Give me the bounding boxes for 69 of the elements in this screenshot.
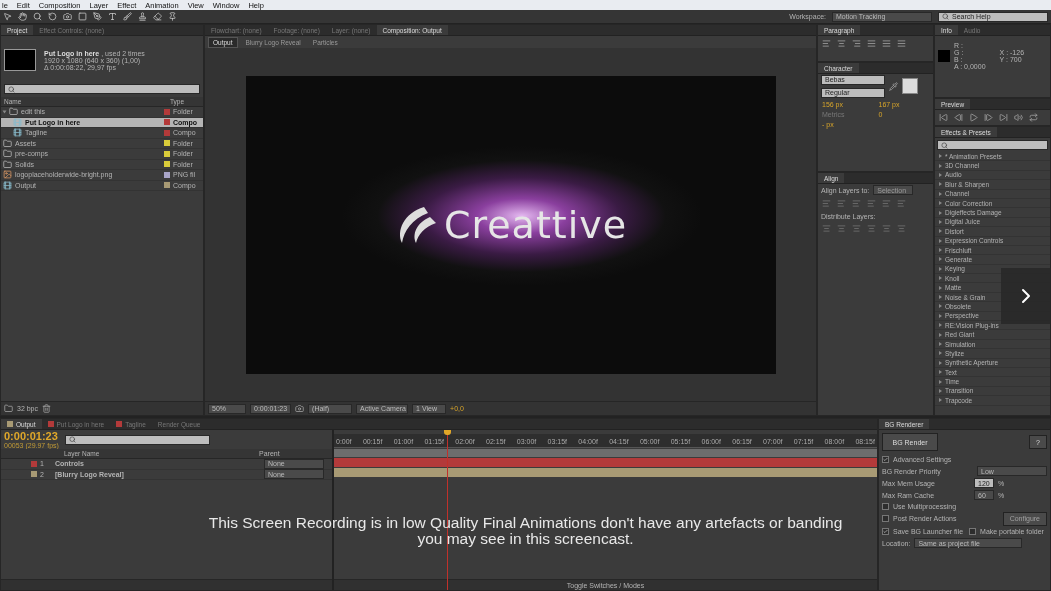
- checkbox[interactable]: [882, 456, 889, 463]
- tool-icon: [48, 12, 57, 21]
- composition-icon: [13, 117, 22, 127]
- playback-icon: [1029, 113, 1038, 122]
- distribute-icon: [837, 224, 846, 233]
- checkbox[interactable]: [882, 515, 889, 522]
- playback-icon: [954, 113, 963, 122]
- tool-icon: [93, 12, 102, 21]
- search-icon: [68, 436, 76, 443]
- checkbox[interactable]: [882, 527, 889, 535]
- project-search-field[interactable]: [4, 84, 200, 94]
- playback-icon: [969, 113, 978, 122]
- align-icon: [867, 199, 876, 208]
- playback-icon: [1014, 113, 1023, 122]
- folder-icon: [9, 107, 18, 117]
- distribute-icon: [867, 224, 876, 233]
- search-icon: [941, 141, 948, 149]
- folder-icon: [3, 159, 12, 169]
- tool-icon: [168, 12, 177, 21]
- distribute-icon: [822, 224, 831, 233]
- trash-icon: [42, 404, 52, 413]
- align-text-icon: [882, 39, 891, 48]
- camera-icon: [295, 404, 305, 413]
- search-icon: [8, 85, 15, 93]
- playback-icon: [939, 113, 948, 122]
- thumbnail-preview: [4, 49, 36, 71]
- preview-title: Creattive: [443, 202, 628, 247]
- expand-arrow-icon[interactable]: [939, 342, 942, 346]
- tool-icon: [63, 12, 72, 21]
- playback-icon: [999, 113, 1008, 122]
- folder-icon: [4, 404, 13, 413]
- align-text-icon: [867, 39, 876, 48]
- align-text-icon: [897, 39, 906, 48]
- eyedropper-icon: [889, 81, 898, 91]
- checkbox[interactable]: [969, 527, 977, 535]
- current-time[interactable]: 0:00:01:23: [4, 430, 59, 442]
- distribute-icon: [897, 224, 906, 233]
- tool-icon: [123, 12, 132, 21]
- playback-icon: [984, 113, 993, 122]
- playhead-handle[interactable]: [444, 430, 451, 435]
- folder-icon: [3, 149, 12, 159]
- composition-icon: [13, 128, 22, 138]
- align-icon: [822, 199, 831, 208]
- tool-icon: [153, 12, 162, 21]
- image-icon: [3, 170, 12, 180]
- align-icon: [897, 199, 906, 208]
- expand-arrow-icon[interactable]: [2, 110, 7, 114]
- color-sample: [938, 50, 950, 62]
- tool-icon: [33, 12, 42, 21]
- align-text-icon: [852, 39, 861, 48]
- composition-icon: [3, 180, 12, 190]
- tool-icon: [108, 12, 117, 21]
- fill-color-swatch[interactable]: [902, 78, 918, 94]
- align-icon: [882, 199, 891, 208]
- align-icon: [852, 199, 861, 208]
- tool-icon: [78, 12, 87, 21]
- align-text-icon: [822, 39, 831, 48]
- distribute-icon: [882, 224, 891, 233]
- distribute-icon: [852, 224, 861, 233]
- align-text-icon: [837, 39, 846, 48]
- checkbox[interactable]: [882, 503, 889, 510]
- tool-icon: [3, 12, 12, 21]
- tool-icon: [138, 12, 147, 21]
- search-icon: [942, 13, 949, 20]
- align-icon: [837, 199, 846, 208]
- folder-icon: [3, 138, 12, 148]
- effects-search-field[interactable]: [937, 140, 1048, 150]
- tool-icon: [18, 12, 27, 21]
- timeline-search-field[interactable]: [64, 434, 210, 445]
